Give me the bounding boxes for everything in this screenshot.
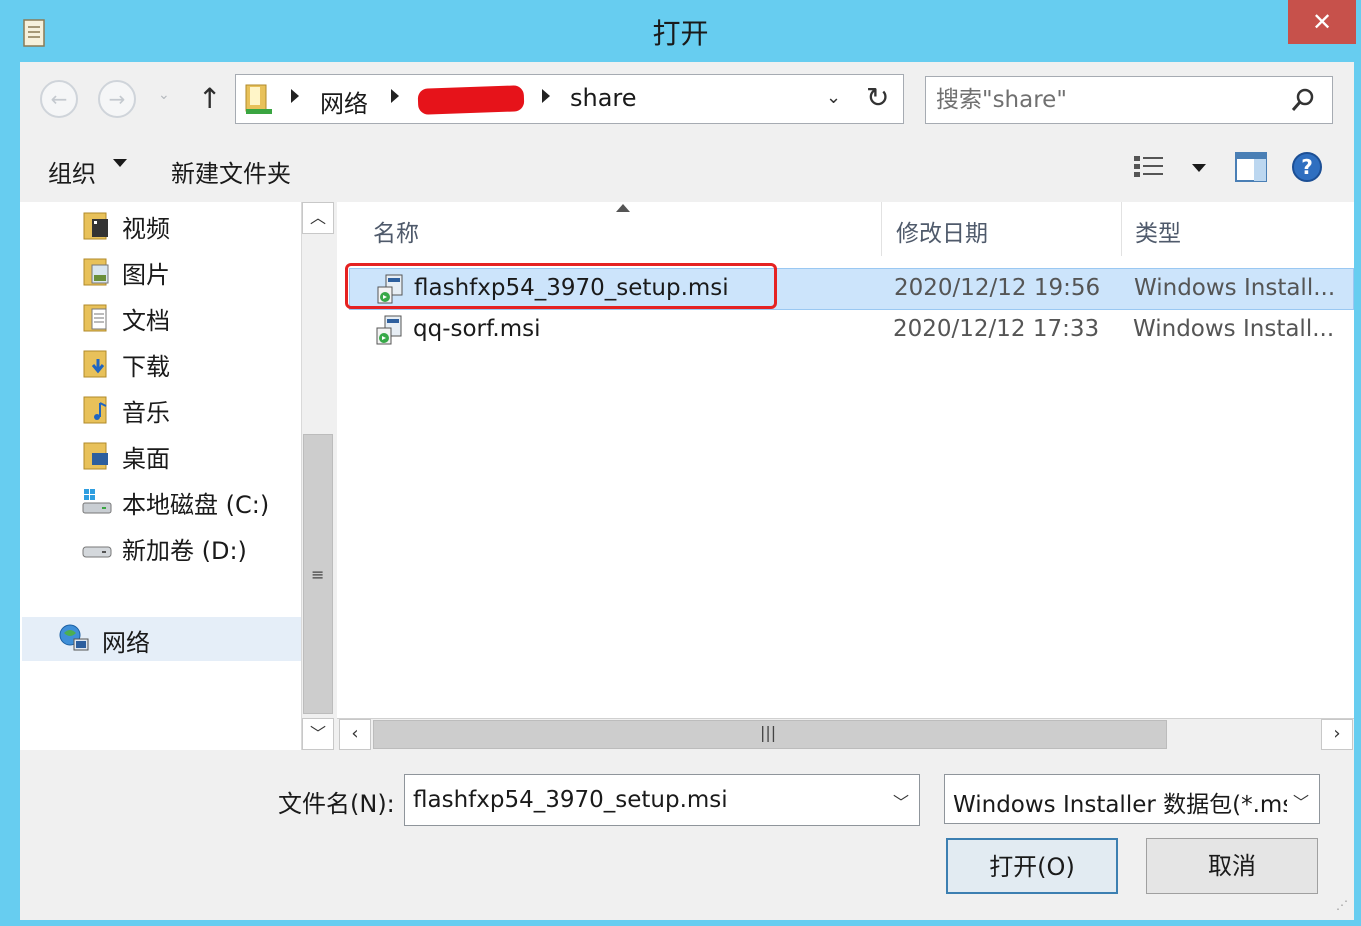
drive-icon — [82, 546, 112, 558]
pictures-folder-icon — [83, 258, 109, 286]
videos-folder-icon — [83, 212, 108, 240]
breadcrumb-separator-icon — [542, 89, 550, 103]
scrollbar-thumb[interactable]: ≡ — [303, 434, 333, 714]
system-drive-icon — [82, 489, 112, 514]
scroll-up-button[interactable]: ︿ — [302, 202, 334, 234]
cancel-button[interactable]: 取消 — [1146, 838, 1318, 894]
window-title: 打开 — [652, 17, 709, 50]
up-button[interactable]: ↑ — [198, 82, 221, 115]
desktop-folder-icon — [83, 442, 108, 470]
file-row[interactable]: qq-sorf.msi 2020/12/12 17:33 Windows Ins… — [349, 310, 1354, 352]
filename-label: 文件名(N): — [278, 790, 395, 818]
back-button[interactable]: ← — [40, 80, 78, 118]
column-header-name[interactable]: 名称 — [359, 202, 882, 256]
column-header-label: 修改日期 — [896, 221, 988, 247]
filetype-value: Windows Installer 数据包(*.msi) — [953, 792, 1287, 818]
sidebar-item-label: 图片 — [122, 261, 170, 289]
view-dropdown-icon[interactable] — [1192, 164, 1206, 172]
address-dropdown-icon[interactable]: ⌄ — [826, 87, 841, 108]
svg-text:?: ? — [1301, 155, 1313, 179]
chevron-down-icon[interactable]: ﹀ — [893, 789, 909, 813]
chevron-down-icon[interactable]: ﹀ — [1293, 789, 1309, 813]
filetype-select[interactable]: Windows Installer 数据包(*.msi) ﹀ — [944, 774, 1320, 824]
view-list-icon[interactable] — [1132, 152, 1166, 182]
documents-folder-icon — [83, 304, 107, 332]
preview-pane-icon[interactable] — [1234, 150, 1268, 184]
column-header-date[interactable]: 修改日期 — [882, 202, 1122, 256]
sidebar-item-label: 桌面 — [122, 445, 170, 473]
scroll-right-button[interactable]: › — [1321, 719, 1353, 750]
file-type: Windows Install... — [1134, 275, 1336, 301]
help-icon[interactable]: ? — [1290, 150, 1324, 184]
downloads-folder-icon — [83, 350, 107, 378]
forward-button[interactable]: → — [98, 80, 136, 118]
column-header-label: 名称 — [373, 221, 419, 247]
sidebar-item-label: 音乐 — [122, 399, 170, 427]
recent-locations-icon[interactable]: ⌄ — [158, 87, 170, 103]
network-folder-icon — [245, 84, 272, 114]
resize-grip-icon[interactable]: ⋰ — [1336, 898, 1348, 912]
navigation-scrollbar[interactable]: ︿ ≡ ﹀ — [301, 202, 334, 750]
scrollbar-thumb[interactable]: ||| — [373, 720, 1167, 749]
scroll-left-button[interactable]: ‹ — [339, 719, 371, 750]
breadcrumb-network[interactable]: 网络 — [320, 84, 368, 119]
file-name: qq-sorf.msi — [413, 316, 541, 342]
navigation-pane: 视频 图片 文档 下载 音乐 桌面 本地磁盘 (C:) 新加卷 (D:) 网络 — [20, 202, 301, 750]
file-date: 2020/12/12 17:33 — [893, 316, 1100, 342]
grip-icon: ≡ — [311, 565, 325, 584]
new-folder-button[interactable]: 新建文件夹 — [171, 154, 291, 189]
red-highlight-box — [345, 263, 777, 309]
dialog-window: 打开 ✕ ← → ⌄ ↑ 网络 share ⌄ ↻ 搜索"share" 组织 新… — [0, 0, 1361, 926]
sidebar-item-label: 新加卷 (D:) — [122, 537, 247, 565]
sidebar-item-label: 网络 — [102, 629, 150, 657]
file-type: Windows Install... — [1133, 316, 1335, 342]
music-folder-icon — [83, 396, 107, 424]
file-list-scrollbar[interactable]: ‹ ||| › — [337, 718, 1354, 750]
sidebar-item-label: 本地磁盘 (C:) — [122, 491, 270, 519]
breadcrumb-separator-icon — [291, 89, 299, 103]
dialog-body: ← → ⌄ ↑ 网络 share ⌄ ↻ 组织 — [20, 62, 1354, 920]
search-icon[interactable] — [1288, 83, 1318, 117]
grip-icon: ||| — [760, 723, 777, 742]
filename-combo: ﹀ — [404, 774, 920, 826]
file-date: 2020/12/12 19:56 — [894, 275, 1101, 301]
sidebar-item-label: 视频 — [122, 215, 170, 243]
column-header-type[interactable]: 类型 — [1122, 202, 1354, 256]
organize-dropdown-icon[interactable] — [113, 159, 127, 167]
close-button[interactable]: ✕ — [1288, 0, 1356, 44]
column-header-label: 类型 — [1135, 221, 1181, 247]
breadcrumb-share[interactable]: share — [570, 84, 637, 112]
breadcrumb-separator-icon — [391, 89, 399, 103]
filename-input[interactable] — [413, 783, 883, 817]
sidebar-item-network[interactable]: 网络 — [22, 617, 301, 661]
msi-installer-icon — [376, 315, 402, 345]
scroll-down-button[interactable]: ﹀ — [302, 718, 334, 750]
network-icon — [59, 624, 89, 651]
organize-button[interactable]: 组织 — [48, 154, 96, 189]
search-input[interactable] — [936, 83, 1276, 117]
sidebar-item-label: 下载 — [122, 353, 170, 381]
search-box — [925, 76, 1333, 124]
address-bar[interactable]: 网络 share ⌄ ↻ — [235, 74, 904, 124]
refresh-icon[interactable]: ↻ — [866, 81, 889, 114]
title-bar[interactable]: 打开 ✕ — [0, 0, 1361, 62]
open-button[interactable]: 打开(O) — [946, 838, 1118, 894]
sidebar-item-label: 文档 — [122, 307, 170, 335]
redacted-host-mark — [417, 85, 525, 115]
